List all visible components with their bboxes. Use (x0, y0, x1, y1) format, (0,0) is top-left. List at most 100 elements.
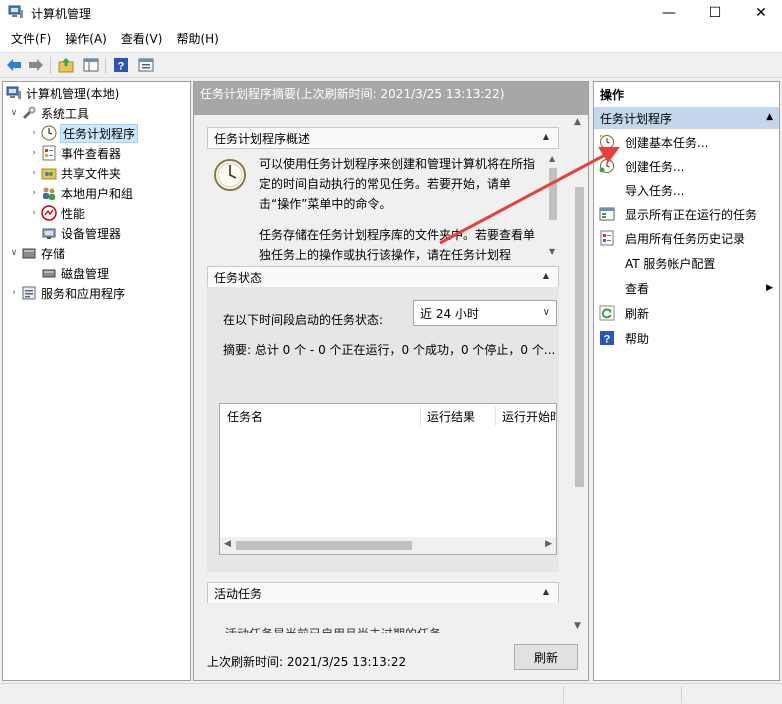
tree-item-performance[interactable]: › 性能 (27, 203, 85, 223)
toolbar-separator (105, 57, 106, 74)
tree-item-local-users[interactable]: › 本地用户和组 (27, 183, 133, 203)
chevron-right-icon[interactable]: › (27, 128, 41, 138)
column-header-task-name[interactable]: 任务名 (220, 404, 420, 428)
active-tasks-body: 活动任务是当前已启用且尚未过期的任务。 (207, 603, 559, 635)
menu-action[interactable]: 操作(A) (58, 26, 114, 52)
chevron-right-icon[interactable]: › (27, 168, 41, 178)
tree-item-root[interactable]: 计算机管理(本地) (6, 83, 119, 103)
tree-item-storage[interactable]: ∨ 存储 (7, 243, 65, 263)
task-status-section: 任务状态 ▲ (207, 266, 559, 288)
scroll-thumb[interactable] (549, 168, 557, 220)
overview-paragraph-1: 可以使用任务计划程序来创建和管理计算机将在所指定的时间自动执行的常见任务。若要开… (259, 157, 536, 211)
menu-view[interactable]: 查看(V) (114, 26, 170, 52)
scroll-right-icon[interactable]: ▶ (545, 539, 552, 549)
scroll-left-icon[interactable]: ◀ (224, 539, 231, 549)
action-at-service-config[interactable]: AT 服务帐户配置 (594, 251, 779, 275)
tree-label-local-users: 本地用户和组 (61, 186, 134, 201)
action-label: 创建基本任务... (625, 135, 709, 150)
chevron-right-icon[interactable]: › (7, 288, 21, 298)
clock-icon (41, 125, 57, 141)
panel-header: 任务计划程序摘要(上次刷新时间: 2021/3/25 13:13:22) (194, 82, 588, 115)
action-help[interactable]: ? 帮助 (594, 326, 779, 350)
refresh-icon (599, 305, 615, 321)
chevron-down-icon[interactable]: ∨ (7, 108, 21, 118)
scroll-up-icon[interactable]: ▲ (574, 117, 581, 127)
back-button[interactable] (5, 56, 23, 74)
tree-item-device-manager[interactable]: 设备管理器 (41, 223, 121, 243)
action-label: 刷新 (625, 306, 650, 321)
status-period-select[interactable]: 近 24 小时 ∨ (413, 300, 557, 326)
overview-header[interactable]: 任务计划程序概述 ▲ (207, 127, 559, 149)
chevron-right-icon[interactable]: › (27, 148, 41, 158)
tree-item-event-viewer[interactable]: › 事件查看器 (27, 143, 121, 163)
history-icon (600, 230, 614, 246)
status-divider (681, 686, 682, 703)
action-label: 帮助 (625, 331, 650, 346)
tree-label-storage: 存储 (41, 246, 66, 261)
chevron-down-icon: ∨ (542, 307, 550, 318)
collapse-icon[interactable]: ▲ (766, 112, 773, 122)
tree-item-disk-management[interactable]: 磁盘管理 (41, 263, 109, 283)
refresh-button[interactable]: 刷新 (514, 644, 578, 670)
column-header-run-start[interactable]: 运行开始时 (495, 404, 556, 428)
help-icon: ? (114, 58, 128, 73)
forward-button[interactable] (27, 56, 45, 74)
tree-label-device-manager: 设备管理器 (61, 226, 122, 241)
scroll-thumb[interactable] (575, 187, 584, 487)
action-import-task[interactable]: 导入任务... (594, 178, 779, 202)
tree-label-system-tools: 系统工具 (41, 106, 90, 121)
chevron-right-icon[interactable]: › (27, 208, 41, 218)
close-button[interactable]: ✕ (738, 0, 782, 26)
action-show-running-tasks[interactable]: 显示所有正在运行的任务 (594, 202, 779, 226)
action-create-task[interactable]: 创建任务... (594, 154, 779, 178)
table-horizontal-scrollbar[interactable]: ◀ ▶ (220, 537, 556, 554)
scroll-down-icon[interactable]: ▼ (574, 621, 581, 631)
up-button[interactable] (57, 56, 75, 74)
create-task-icon (599, 159, 614, 173)
help-button[interactable]: ? (112, 56, 130, 74)
menu-help[interactable]: 帮助(H) (169, 26, 225, 52)
scroll-thumb[interactable] (236, 541, 412, 550)
status-divider (563, 686, 564, 703)
scroll-up-icon[interactable]: ▲ (549, 154, 555, 163)
column-header-run-result[interactable]: 运行结果 (420, 404, 495, 428)
task-status-title: 任务状态 (214, 270, 263, 285)
overview-body: 可以使用任务计划程序来创建和管理计算机将在所指定的时间自动执行的常见任务。若要开… (207, 154, 547, 264)
minimize-button[interactable]: — (646, 0, 692, 26)
overview-scrollbar[interactable]: ▲ ▼ (547, 154, 559, 256)
action-label: 创建任务... (625, 159, 685, 174)
menu-file[interactable]: 文件(F) (4, 26, 58, 52)
action-refresh[interactable]: 刷新 (594, 301, 779, 325)
actions-pane: 操作 任务计划程序 ▲ 创建基本任务... 创建任务... 导入任务... 显示… (593, 81, 780, 681)
action-enable-history[interactable]: 启用所有任务历史记录 (594, 226, 779, 250)
status-period-label: 在以下时间段启动的任务状态: (223, 313, 384, 327)
chevron-down-icon[interactable]: ∨ (7, 248, 21, 258)
menu-bar: 文件(F) 操作(A) 查看(V) 帮助(H) (0, 26, 782, 52)
title-bar: 计算机管理 — ☐ ✕ (0, 0, 782, 26)
active-tasks-header[interactable]: 活动任务 ▲ (207, 582, 559, 604)
forward-icon (29, 59, 43, 71)
panel-vertical-scrollbar[interactable]: ▲ ▼ (571, 115, 588, 633)
scroll-down-icon[interactable]: ▼ (549, 247, 555, 256)
maximize-button[interactable]: ☐ (692, 0, 738, 26)
action-create-basic-task[interactable]: 创建基本任务... (594, 130, 779, 154)
tree-item-services-apps[interactable]: › 服务和应用程序 (7, 283, 125, 303)
overview-paragraph-2: 任务存储在任务计划程序库的文件夹中。若要查看单独任务上的操作或执行该操作，请在任… (259, 228, 536, 262)
show-hide-tree-button[interactable] (82, 56, 100, 74)
properties-button[interactable] (137, 56, 155, 74)
tree-item-system-tools[interactable]: ∨ 系统工具 (7, 103, 89, 123)
tree-item-task-scheduler[interactable]: › 任务计划程序 (27, 123, 139, 143)
task-status-header[interactable]: 任务状态 ▲ (207, 266, 559, 288)
collapse-icon[interactable]: ▲ (540, 132, 552, 144)
tree-item-shared-folders[interactable]: › 共享文件夹 (27, 163, 121, 183)
chevron-right-icon[interactable]: › (27, 188, 41, 198)
last-refresh-time: 上次刷新时间: 2021/3/25 13:13:22 (207, 655, 407, 669)
help-icon: ? (600, 331, 614, 346)
actions-group-task-scheduler[interactable]: 任务计划程序 ▲ (594, 107, 779, 129)
status-summary: 摘要: 总计 0 个 - 0 个正在运行，0 个成功，0 个停止，0 个... (223, 343, 555, 357)
collapse-icon[interactable]: ▲ (540, 271, 552, 283)
collapse-icon[interactable]: ▲ (540, 587, 552, 599)
tree-label-root: 计算机管理(本地) (26, 86, 120, 101)
action-view[interactable]: 查看 ▶ (594, 276, 779, 300)
tree-label-event-viewer: 事件查看器 (61, 146, 122, 161)
